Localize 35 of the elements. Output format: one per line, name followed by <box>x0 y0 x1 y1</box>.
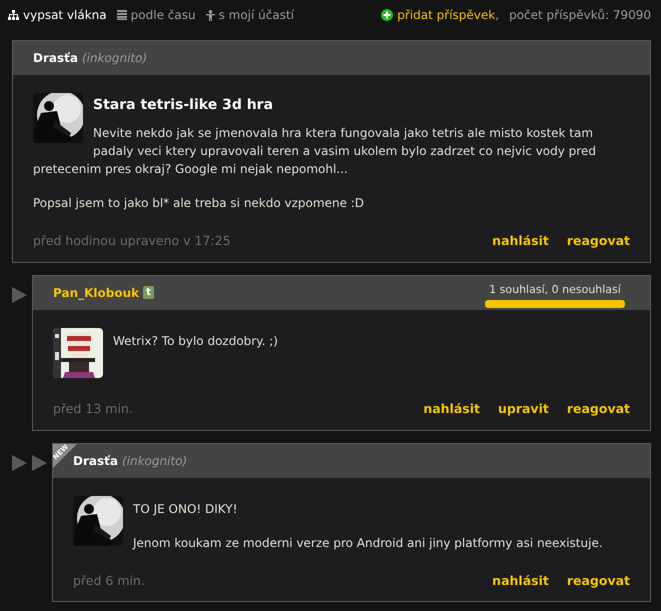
reply-arrow-icon <box>12 454 27 470</box>
post-time: před 6 min. <box>73 572 145 590</box>
post-time: před 13 min. <box>53 400 133 418</box>
action-link[interactable]: upravit <box>498 400 549 418</box>
reply-arrow-icon <box>12 286 27 303</box>
plus-icon <box>381 9 394 21</box>
nav-link[interactable]: vypsat vlákna <box>8 6 107 24</box>
list-icon <box>116 10 127 20</box>
post-text: Jenom koukam ze moderni verze pro Android ani jiny platformy asi neexistuje. <box>131 534 604 552</box>
post-text: Nevite nekdo jak se jmenovala hra ktera fungovala jako tetris ale misto kostek tam padaly veci ktery upravovali teren a vasim ukolem bylo zadrzet co nejvic vody pred pretecenim pres okraj? Google mi nejak nepomohl... <box>33 125 597 178</box>
author-name[interactable]: Pan_Klobouk <box>53 284 140 302</box>
nav-link[interactable]: s mojí účastí <box>206 6 294 24</box>
action-link[interactable]: nahlásit <box>492 232 549 251</box>
action-link[interactable]: nahlásit <box>492 572 549 590</box>
action-link[interactable]: reagovat <box>566 572 630 590</box>
action-link[interactable]: reagovat <box>566 232 630 251</box>
post-count: počet příspěvků: 79090 <box>509 7 651 24</box>
post-text: Wetrix? To bylo dozdobry. ;) <box>112 332 279 350</box>
post-text: Popsal jsem to jako bl* ale treba si nekdo vzpomene :D <box>33 195 366 212</box>
reply-arrow-icon <box>32 454 47 470</box>
author-name[interactable]: Drasťa <box>33 49 78 67</box>
agreement-text: 1 souhlasí, 0 nesouhlasí <box>489 282 621 298</box>
author-note: (inkognito) <box>82 50 148 67</box>
user-badge: t <box>143 286 154 300</box>
post-text: TO JE ONO! DIKY! <box>132 500 238 518</box>
post-time: před hodinou upraveno v 17:25 <box>33 232 231 250</box>
add-post-link[interactable]: přidat příspěvek <box>381 6 496 24</box>
action-link[interactable]: nahlásit <box>423 400 480 418</box>
person-icon <box>206 10 215 20</box>
author-note: (inkognito) <box>122 452 188 470</box>
separator-text: , <box>495 7 500 24</box>
nav-link[interactable]: podle času <box>116 6 196 24</box>
action-link[interactable]: reagovat <box>566 400 630 418</box>
tree-icon <box>8 10 19 20</box>
post-title: Stara tetris-like 3d hra <box>92 96 274 115</box>
